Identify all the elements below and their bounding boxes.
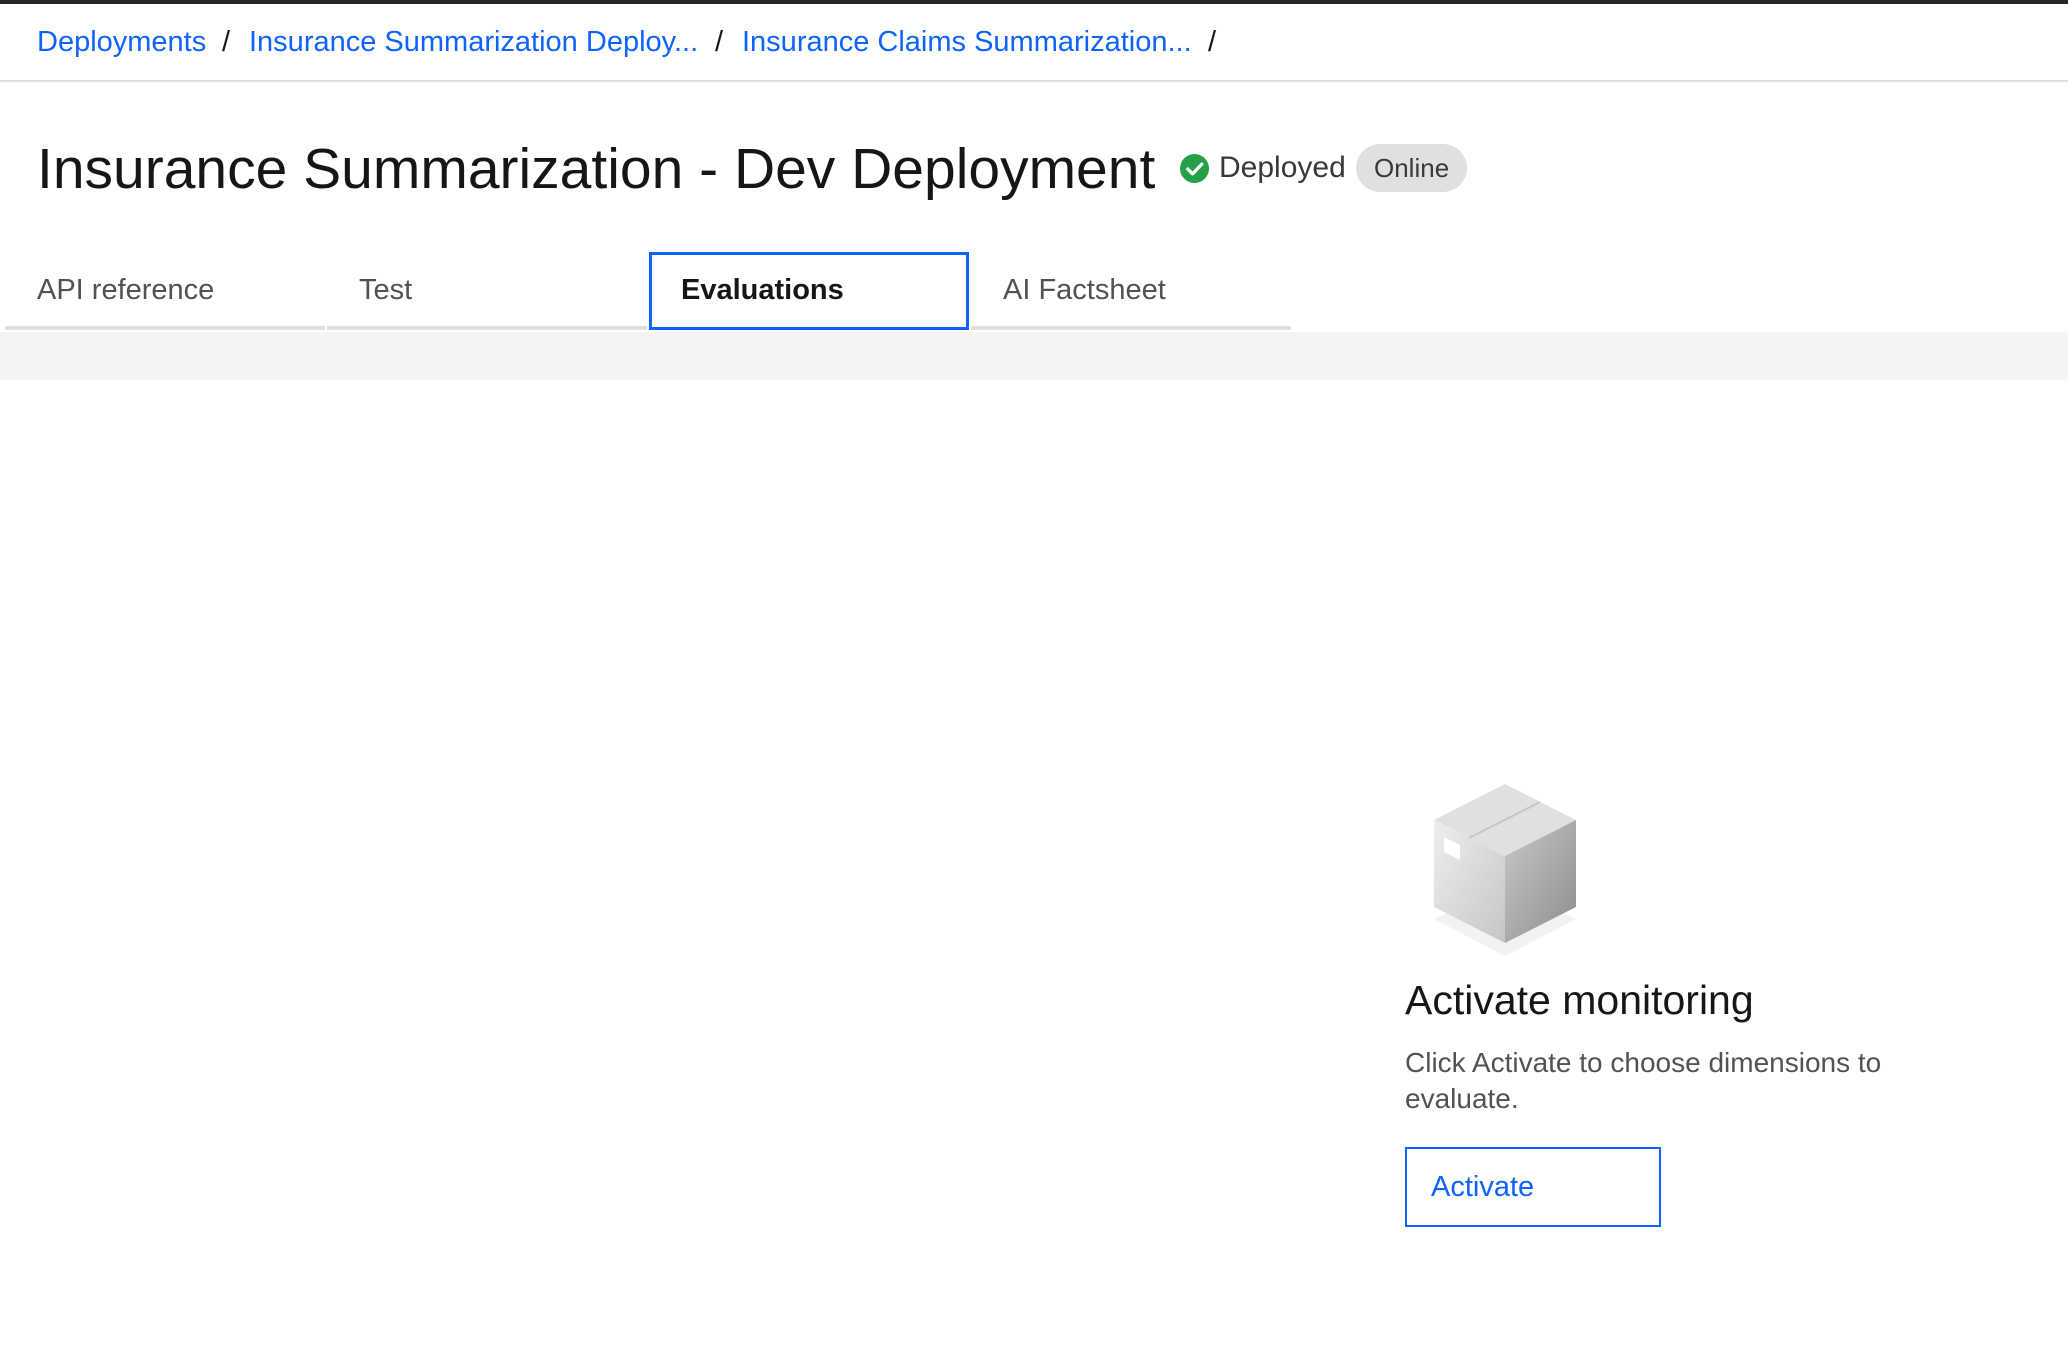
- empty-state-description: Click Activate to choose dimensions to e…: [1405, 1047, 1882, 1114]
- status-label: Deployed: [1219, 151, 1346, 184]
- breadcrumb-item-deployment-space[interactable]: Insurance Summarization Deploy...: [249, 24, 698, 60]
- breadcrumb-item-model[interactable]: Insurance Claims Summarization...: [742, 24, 1192, 60]
- activate-button[interactable]: Activate: [1405, 1147, 1661, 1227]
- tab-label: AI Factsheet: [1003, 274, 1166, 306]
- tab-ai-factsheet[interactable]: AI Factsheet: [971, 252, 1291, 330]
- box-icon: [1434, 784, 1576, 956]
- tab-label: Evaluations: [681, 274, 844, 306]
- page-title: Insurance Summarization - Dev Deployment: [37, 137, 1156, 201]
- tab-test[interactable]: Test: [327, 252, 647, 330]
- breadcrumb-separator: /: [1208, 26, 1217, 58]
- tab-label: Test: [359, 274, 413, 306]
- breadcrumb-separator: /: [222, 26, 231, 58]
- status-tag: Online: [1356, 144, 1468, 192]
- empty-state-title: Activate monitoring: [1405, 977, 1754, 1023]
- breadcrumb-separator: /: [715, 26, 724, 58]
- tab-evaluations[interactable]: Evaluations: [649, 252, 969, 330]
- tab-content-header: [0, 332, 2068, 380]
- breadcrumb-item-deployments[interactable]: Deployments: [37, 24, 206, 60]
- tab-label: API reference: [37, 274, 215, 306]
- tab-api-reference[interactable]: API reference: [5, 252, 325, 330]
- breadcrumb: Deployments / Insurance Summarization De…: [0, 4, 2068, 82]
- checkmark-filled-icon: [1179, 153, 1210, 184]
